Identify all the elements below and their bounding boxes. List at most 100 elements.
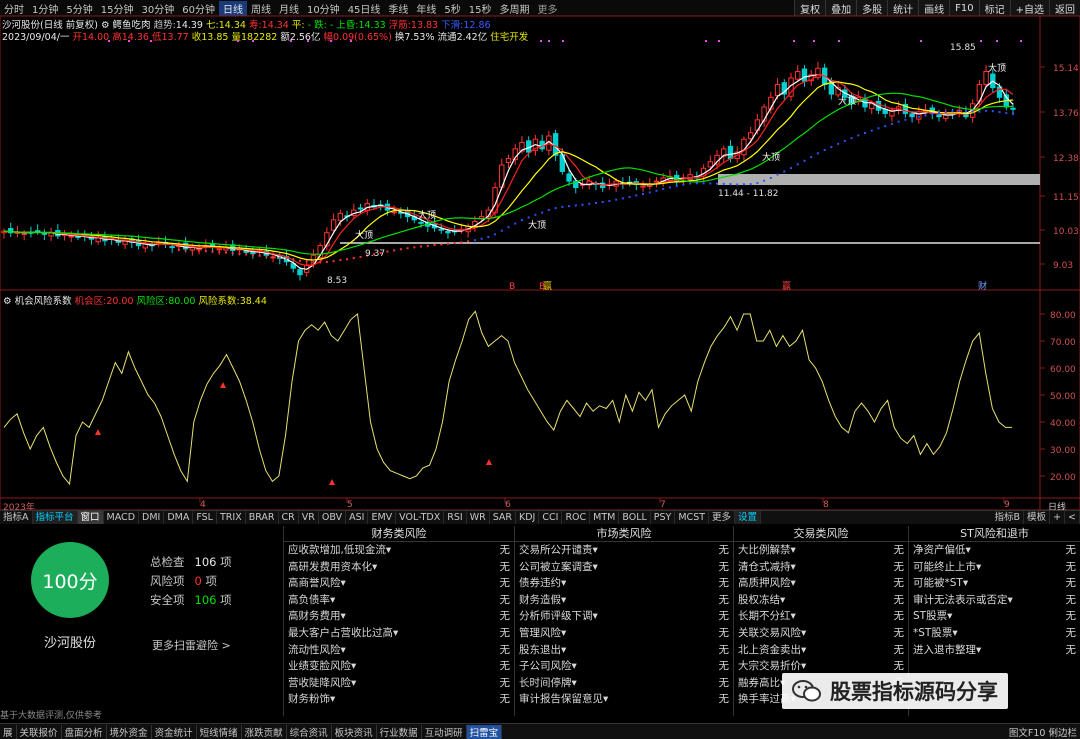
tab-21[interactable]: MTM bbox=[590, 510, 620, 525]
tab-6[interactable]: FSL bbox=[193, 510, 217, 525]
risk-item[interactable]: 财务粉饰▾ 无 bbox=[284, 691, 514, 708]
signal-dot bbox=[838, 40, 840, 42]
bottom-tab-0[interactable]: 展 bbox=[0, 724, 17, 739]
tab-20[interactable]: ROC bbox=[562, 510, 591, 525]
stop-dot bbox=[514, 222, 517, 225]
tab-4[interactable]: DMI bbox=[139, 510, 165, 525]
risk-item[interactable]: 高研发费用资本化▾ 无 bbox=[284, 559, 514, 576]
tab-18[interactable]: KDJ bbox=[516, 510, 540, 525]
tab-8[interactable]: BRAR bbox=[246, 510, 279, 525]
bottom-tab-9[interactable]: 行业数据 bbox=[377, 724, 422, 739]
tab-0[interactable]: 指标A bbox=[0, 510, 33, 525]
tab-9[interactable]: CR bbox=[279, 510, 299, 525]
risk-item[interactable]: 财务造假▾ 无 bbox=[515, 592, 733, 609]
date-axis: 2023年 4 5 6 7 8 9 日线 bbox=[3, 500, 1067, 513]
risk-item[interactable]: 进入退市整理▾ 无 bbox=[909, 642, 1080, 659]
tab-3[interactable]: MACD bbox=[104, 510, 140, 525]
risk-item[interactable]: 股东退出▾ 无 bbox=[515, 642, 733, 659]
bottom-tab-2[interactable]: 盘面分析 bbox=[62, 724, 107, 739]
candle-body bbox=[653, 180, 660, 183]
risk-item[interactable]: ST股票▾ 无 bbox=[909, 608, 1080, 625]
risk-item[interactable]: 业绩变脸风险▾ 无 bbox=[284, 658, 514, 675]
tab-25[interactable]: 更多 bbox=[709, 510, 736, 525]
risk-item[interactable]: 股权冻结▾ 无 bbox=[734, 592, 908, 609]
risk-item[interactable]: 债券违约▾ 无 bbox=[515, 575, 733, 592]
risk-item[interactable]: 净资产偏低▾ 无 bbox=[909, 542, 1080, 559]
tab-right-3[interactable]: < bbox=[1065, 510, 1080, 525]
risk-item[interactable]: 公司被立案调查▾ 无 bbox=[515, 559, 733, 576]
risk-item[interactable]: 长时间停牌▾ 无 bbox=[515, 675, 733, 692]
bottom-tab-8[interactable]: 板块资讯 bbox=[332, 724, 377, 739]
risk-item[interactable]: 管理风险▾ 无 bbox=[515, 625, 733, 642]
bottom-tab-11[interactable]: 扫雷宝 bbox=[466, 724, 503, 739]
candle-body bbox=[1010, 107, 1016, 110]
candle-body bbox=[936, 114, 942, 118]
risk-item[interactable]: 子公司风险▾ 无 bbox=[515, 658, 733, 675]
tab-11[interactable]: OBV bbox=[319, 510, 347, 525]
tab-right-0[interactable]: 指标B bbox=[992, 510, 1025, 525]
risk-item-status: 无 bbox=[499, 676, 511, 689]
risk-item[interactable]: 分析师评级下调▾ 无 bbox=[515, 608, 733, 625]
risk-item[interactable]: 审计无法表示或否定▾ 无 bbox=[909, 592, 1080, 609]
signal-dot bbox=[705, 40, 707, 42]
tab-10[interactable]: VR bbox=[299, 510, 319, 525]
risk-item[interactable]: 清仓式减持▾ 无 bbox=[734, 559, 908, 576]
tab-right-2[interactable]: + bbox=[1050, 510, 1066, 525]
tab-24[interactable]: MCST bbox=[675, 510, 710, 525]
risk-item[interactable]: 可能被*ST▾ 无 bbox=[909, 575, 1080, 592]
risk-item[interactable]: 应收款增加,低现金流▾ 无 bbox=[284, 542, 514, 559]
risk-item[interactable]: 关联交易风险▾ 无 bbox=[734, 625, 908, 642]
risk-item[interactable]: 最大客户占营收比过高▾ 无 bbox=[284, 625, 514, 642]
stop-dot bbox=[904, 118, 907, 121]
bottom-tab-6[interactable]: 涨跌贡献 bbox=[242, 724, 287, 739]
bottom-tab-1[interactable]: 关联报价 bbox=[17, 724, 62, 739]
stop-dot bbox=[339, 259, 342, 262]
risk-item[interactable]: 营收陡降风险▾ 无 bbox=[284, 675, 514, 692]
tab-right-1[interactable]: 模板 bbox=[1024, 510, 1051, 525]
risk-item[interactable]: 北上资金卖出▾ 无 bbox=[734, 642, 908, 659]
buy-arrow bbox=[95, 429, 101, 435]
stop-dot bbox=[191, 249, 194, 252]
bottom-tab-10[interactable]: 互动调研 bbox=[422, 724, 467, 739]
tab-26[interactable]: 设置 bbox=[735, 510, 762, 525]
risk-item[interactable]: 审计报告保留意见▾ 无 bbox=[515, 691, 733, 708]
risk-item[interactable]: 长期不分红▾ 无 bbox=[734, 608, 908, 625]
risk-item[interactable]: *ST股票▾ 无 bbox=[909, 625, 1080, 642]
risk-item[interactable]: 流动性风险▾ 无 bbox=[284, 642, 514, 659]
bottom-tab-3[interactable]: 境外资金 bbox=[107, 724, 152, 739]
tab-5[interactable]: DMA bbox=[164, 510, 194, 525]
tab-23[interactable]: PSY bbox=[651, 510, 676, 525]
risk-item-status: 无 bbox=[499, 660, 511, 673]
risk-item[interactable]: 高质押风险▾ 无 bbox=[734, 575, 908, 592]
bottom-tab-4[interactable]: 资金统计 bbox=[152, 724, 197, 739]
tab-17[interactable]: SAR bbox=[490, 510, 517, 525]
candle-body bbox=[552, 133, 559, 156]
f10-link[interactable]: 图文F10 俐边栏 bbox=[1009, 725, 1077, 739]
candle-body bbox=[418, 221, 424, 224]
bottom-tab-5[interactable]: 短线情绪 bbox=[197, 724, 242, 739]
tab-7[interactable]: TRIX bbox=[217, 510, 246, 525]
stop-dot bbox=[877, 127, 880, 130]
tab-2[interactable]: 窗口 bbox=[77, 510, 104, 525]
risk-item[interactable]: 高财务费用▾ 无 bbox=[284, 608, 514, 625]
tab-22[interactable]: BOLL bbox=[619, 510, 651, 525]
tab-13[interactable]: EMV bbox=[368, 510, 397, 525]
risk-item[interactable]: 高负债率▾ 无 bbox=[284, 592, 514, 609]
gear-icon[interactable]: ⚙ bbox=[3, 296, 12, 307]
signal-dot bbox=[793, 40, 795, 42]
tab-16[interactable]: WR bbox=[467, 510, 490, 525]
more-scan-link[interactable]: 更多扫雷避险 > bbox=[152, 637, 231, 653]
risk-item[interactable]: 交易所公开谴责▾ 无 bbox=[515, 542, 733, 559]
risk-item[interactable]: 高商誉风险▾ 无 bbox=[284, 575, 514, 592]
risk-item[interactable]: 可能终止上市▾ 无 bbox=[909, 559, 1080, 576]
tab-14[interactable]: VOL-TDX bbox=[396, 510, 445, 525]
tab-12[interactable]: ASI bbox=[346, 510, 369, 525]
tab-19[interactable]: CCI bbox=[539, 510, 563, 525]
signal-dot bbox=[1020, 40, 1022, 42]
risk-item[interactable]: 大比例解禁▾ 无 bbox=[734, 542, 908, 559]
stop-dot bbox=[803, 159, 806, 162]
stop-dot bbox=[958, 110, 961, 113]
tab-15[interactable]: RSI bbox=[444, 510, 467, 525]
tab-1[interactable]: 指标平台 bbox=[32, 510, 78, 525]
bottom-tab-7[interactable]: 综合资讯 bbox=[287, 724, 332, 739]
